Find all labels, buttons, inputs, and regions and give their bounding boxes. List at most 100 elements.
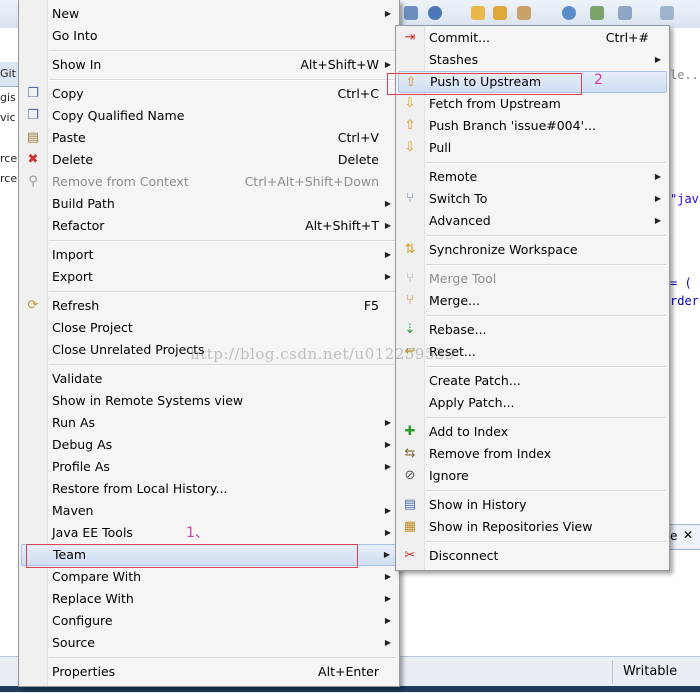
menu-item-maven[interactable]: Maven ▶ (21, 500, 397, 522)
menu-item-shortcut: Ctrl+V (337, 130, 379, 145)
team-item-commit[interactable]: ⇥ Commit... Ctrl+# (398, 27, 667, 49)
team-item-advanced[interactable]: Advanced ▶ (398, 210, 667, 232)
submenu-arrow-icon: ▶ (384, 462, 391, 471)
menu-item-copy-qualified-name[interactable]: ❐ Copy Qualified Name (21, 105, 397, 127)
code-fragment: "jav (670, 192, 699, 206)
menu-item-restore-from-local-history[interactable]: Restore from Local History... (21, 478, 397, 500)
menu-item-go-into[interactable]: Go Into (21, 25, 397, 47)
menu-item-shortcut: Ctrl+Alt+Shift+Down (244, 174, 379, 189)
team-item-synchronize-workspace[interactable]: ⇅ Synchronize Workspace (398, 239, 667, 261)
toolbar-globe-icon[interactable] (562, 6, 576, 20)
team-item-ignore[interactable]: ⊘ Ignore (398, 465, 667, 487)
copy-icon: ❐ (27, 86, 39, 101)
team-item-pull[interactable]: ⇩ Pull (398, 137, 667, 159)
menu-item-shortcut: Ctrl+C (337, 86, 379, 101)
ignore-icon: ⊘ (404, 468, 416, 483)
menu-item-close-project[interactable]: Close Project (21, 317, 397, 339)
menu-separator (49, 50, 396, 52)
push-branch-icon: ⇧ (404, 118, 416, 133)
menu-item-export[interactable]: Export ▶ (21, 266, 397, 288)
close-icon[interactable]: ✕ (683, 528, 693, 542)
status-writable: Writable (623, 664, 678, 679)
toolbar-icon[interactable] (618, 6, 632, 20)
submenu-arrow-icon: ▶ (384, 440, 391, 449)
menu-item-show-in[interactable]: Show In Alt+Shift+W ▶ (21, 54, 397, 76)
repositories-icon: ▦ (403, 519, 417, 534)
team-item-merge[interactable]: ⑂ Merge... (398, 290, 667, 312)
menu-item-copy[interactable]: ❐ Copy Ctrl+C (21, 83, 397, 105)
menu-item-configure[interactable]: Configure ▶ (21, 610, 397, 632)
menu-item-compare-with[interactable]: Compare With ▶ (21, 566, 397, 588)
team-item-label: Commit... (429, 30, 491, 45)
team-item-label: Apply Patch... (429, 395, 515, 410)
menu-item-show-in-remote-systems-view[interactable]: Show in Remote Systems view (21, 390, 397, 412)
toolbar-icon[interactable] (517, 6, 531, 20)
menu-item-paste[interactable]: ▤ Paste Ctrl+V (21, 127, 397, 149)
toolbar-folder-icon[interactable] (471, 6, 485, 20)
submenu-arrow-icon: ▶ (384, 199, 391, 208)
menu-item-refactor[interactable]: Refactor Alt+Shift+T ▶ (21, 215, 397, 237)
fetch-upstream-icon: ⇩ (404, 96, 416, 111)
menu-item-properties[interactable]: Properties Alt+Enter (21, 661, 397, 683)
team-item-rebase[interactable]: ⇣ Rebase... (398, 319, 667, 341)
team-item-label: Advanced (429, 213, 491, 228)
menu-item-label: Source (52, 635, 95, 650)
team-item-add-to-index[interactable]: ✚ Add to Index (398, 421, 667, 443)
menu-item-label: Copy Qualified Name (52, 108, 185, 123)
merge-icon: ⑂ (406, 293, 414, 308)
menu-item-label: Go Into (52, 28, 98, 43)
menu-item-shortcut: F5 (363, 298, 379, 313)
menu-item-source[interactable]: Source ▶ (21, 632, 397, 654)
team-item-show-in-history[interactable]: ▤ Show in History (398, 494, 667, 516)
menu-item-profile-as[interactable]: Profile As ▶ (21, 456, 397, 478)
menu-item-validate[interactable]: Validate (21, 368, 397, 390)
team-separator (426, 490, 666, 492)
code-fragment: rder (670, 294, 699, 308)
history-icon: ▤ (403, 497, 417, 512)
menu-item-new[interactable]: New ▶ (21, 3, 397, 25)
toolbar-icon[interactable] (590, 6, 604, 20)
team-item-label: Show in Repositories View (429, 519, 593, 534)
toolbar-icon[interactable] (404, 6, 418, 20)
team-item-fetch-from-upstream[interactable]: ⇩ Fetch from Upstream (398, 93, 667, 115)
submenu-arrow-icon: ▶ (384, 528, 391, 537)
toolbar-folder-icon[interactable] (493, 6, 507, 20)
menu-item-refresh[interactable]: ⟳ Refresh F5 (21, 295, 397, 317)
toolbar-icon[interactable] (660, 6, 674, 20)
team-item-remote[interactable]: Remote ▶ (398, 166, 667, 188)
team-item-stashes[interactable]: Stashes ▶ (398, 49, 667, 71)
remove-index-icon: ⇆ (404, 446, 416, 461)
team-item-switch-to[interactable]: ⑂ Switch To ▶ (398, 188, 667, 210)
menu-item-build-path[interactable]: Build Path ▶ (21, 193, 397, 215)
menu-item-java-ee-tools[interactable]: Java EE Tools ▶ (21, 522, 397, 544)
editor-fragment: le... "jav = ( rder (668, 28, 700, 528)
team-item-disconnect[interactable]: ✂ Disconnect (398, 545, 667, 567)
menu-item-debug-as[interactable]: Debug As ▶ (21, 434, 397, 456)
remove-context-icon: ⚲ (28, 174, 38, 189)
team-item-label: Switch To (429, 191, 488, 206)
menu-item-replace-with[interactable]: Replace With ▶ (21, 588, 397, 610)
team-item-label: Disconnect (429, 548, 499, 563)
team-item-apply-patch[interactable]: Apply Patch... (398, 392, 667, 414)
menu-item-label: Refactor (52, 218, 105, 233)
menu-item-label: New (52, 6, 80, 21)
menu-item-label: Java EE Tools (52, 525, 133, 540)
menu-item-label: Configure (52, 613, 113, 628)
team-separator (426, 366, 666, 368)
toolbar-icon[interactable] (428, 6, 442, 20)
menu-item-label: Import (52, 247, 94, 262)
team-item-merge-tool: ⑂ Merge Tool (398, 268, 667, 290)
team-item-show-in-repositories-view[interactable]: ▦ Show in Repositories View (398, 516, 667, 538)
team-item-create-patch[interactable]: Create Patch... (398, 370, 667, 392)
menu-item-label: Maven (52, 503, 94, 518)
menu-item-label: Show in Remote Systems view (52, 393, 244, 408)
team-item-remove-from-index[interactable]: ⇆ Remove from Index (398, 443, 667, 465)
team-item-push-branch-issue-004[interactable]: ⇧ Push Branch 'issue#004'... (398, 115, 667, 137)
menu-item-remove-from-context: ⚲ Remove from Context Ctrl+Alt+Shift+Down (21, 171, 397, 193)
menu-item-label: Copy (52, 86, 84, 101)
submenu-arrow-icon: ▶ (384, 9, 391, 18)
menu-item-run-as[interactable]: Run As ▶ (21, 412, 397, 434)
menu-item-shortcut: Delete (337, 152, 379, 167)
menu-item-delete[interactable]: ✖ Delete Delete (21, 149, 397, 171)
menu-item-import[interactable]: Import ▶ (21, 244, 397, 266)
